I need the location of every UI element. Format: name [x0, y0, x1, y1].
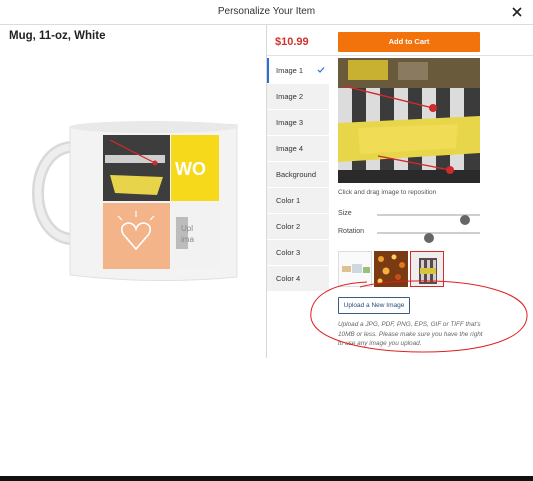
tab-background[interactable]: Background — [267, 162, 329, 187]
image-crop-preview[interactable] — [338, 58, 480, 183]
mug-side-text-1: Upl — [181, 224, 193, 233]
rotation-slider-handle[interactable] — [423, 233, 434, 243]
size-slider[interactable] — [377, 214, 480, 225]
tab-label: Background — [276, 170, 317, 179]
size-slider-row: Size — [338, 209, 480, 225]
modal-header: Personalize Your Item — [0, 0, 533, 25]
taskbar — [0, 476, 533, 481]
tab-image-2[interactable]: Image 2 — [267, 84, 329, 109]
tab-label: Image 4 — [276, 144, 304, 153]
tab-image-1[interactable]: Image 1 — [267, 58, 329, 83]
upload-requirements-note: Upload a JPG, PDF, PNG, EPS, GIF or TIFF… — [338, 321, 483, 347]
tab-image-3[interactable]: Image 3 — [267, 110, 329, 135]
size-slider-handle[interactable] — [459, 215, 470, 225]
tab-color-3[interactable]: Color 3 — [267, 240, 329, 265]
tab-label: Color 1 — [276, 196, 301, 205]
image-thumbnails — [338, 251, 448, 287]
tab-color-4[interactable]: Color 4 — [267, 266, 329, 291]
customization-tabs: Image 1 Image 2 Image 3 Image 4 Backgrou… — [267, 58, 329, 292]
product-name: Mug, 11-oz, White — [9, 30, 106, 42]
tab-label: Image 3 — [276, 118, 304, 127]
tab-image-4[interactable]: Image 4 — [267, 136, 329, 161]
rotation-slider-row: Rotation — [338, 227, 480, 243]
tab-label: Color 4 — [276, 274, 301, 283]
tab-label: Color 2 — [276, 222, 301, 231]
tab-color-2[interactable]: Color 2 — [267, 214, 329, 239]
upload-image-button[interactable]: Upload a New Image — [338, 297, 410, 314]
svg-text:WO: WO — [175, 159, 206, 179]
close-icon[interactable] — [510, 5, 524, 19]
price: $10.99 — [275, 36, 309, 48]
image-thumbnail-3[interactable] — [410, 251, 444, 287]
checkmark-icon — [317, 67, 325, 73]
modal-title: Personalize Your Item — [217, 6, 316, 17]
tab-label: Image 1 — [276, 66, 304, 75]
image-thumbnail-2[interactable] — [374, 251, 408, 287]
rotation-slider[interactable] — [377, 232, 480, 243]
size-label: Size — [338, 210, 352, 217]
add-to-cart-button[interactable]: Add to Cart — [338, 32, 480, 52]
rotation-label: Rotation — [338, 228, 365, 235]
reposition-hint: Click and drag image to reposition — [338, 189, 437, 196]
tab-color-1[interactable]: Color 1 — [267, 188, 329, 213]
divider — [267, 55, 533, 56]
mug-preview: WO Upl ima — [25, 115, 240, 290]
tab-label: Color 3 — [276, 248, 301, 257]
mug-side-text-2: ima — [181, 235, 194, 244]
tab-label: Image 2 — [276, 92, 304, 101]
image-thumbnail-1[interactable] — [338, 251, 372, 287]
